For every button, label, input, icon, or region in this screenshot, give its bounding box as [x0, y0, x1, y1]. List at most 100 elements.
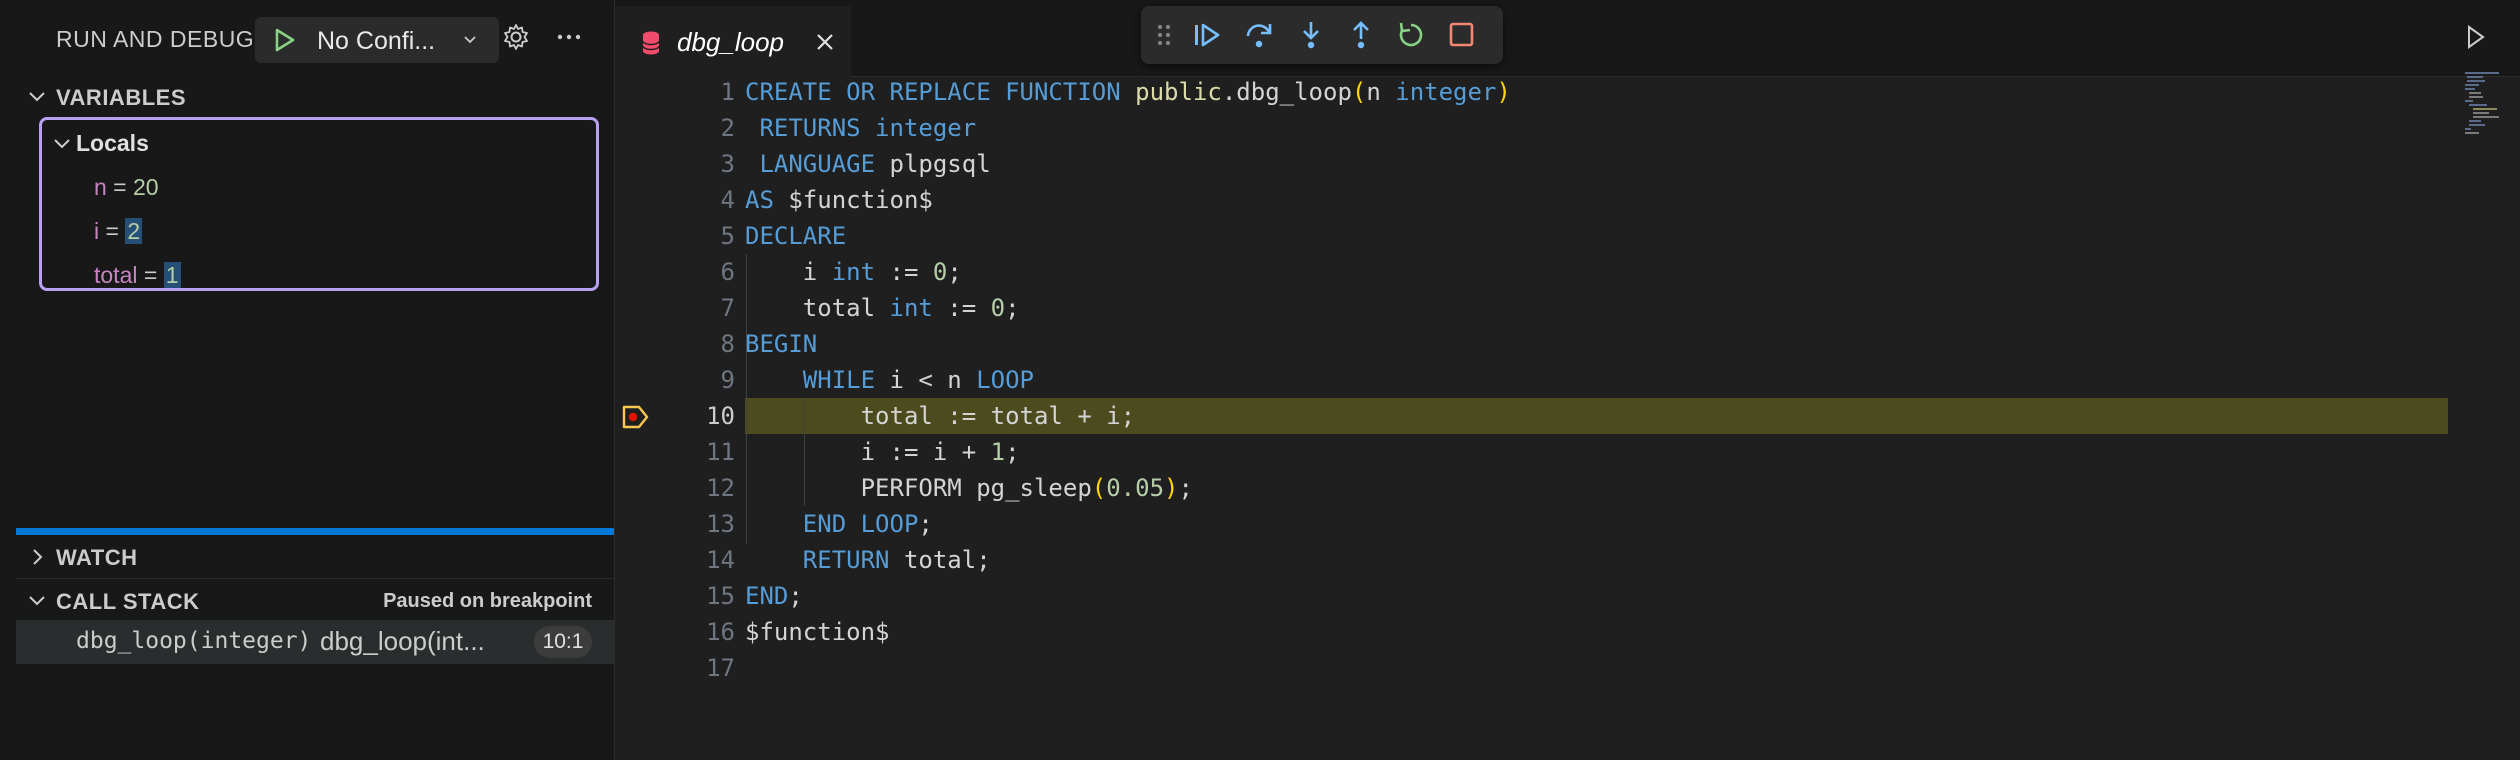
sidebar-title: RUN AND DEBUG	[56, 26, 255, 52]
code-token: ;	[947, 258, 962, 286]
stop-icon[interactable]	[1445, 20, 1477, 50]
code-token: PERFORM pg_sleep	[745, 474, 1092, 502]
frame-position-badge: 10:1	[534, 626, 592, 658]
code-line[interactable]: DECLARE	[745, 222, 846, 250]
code-token: i := i +	[745, 438, 991, 466]
code-line[interactable]: $function$	[745, 618, 890, 646]
code-token: )	[1164, 474, 1179, 502]
watch-section-title: WATCH	[56, 545, 138, 570]
gear-icon[interactable]	[501, 22, 531, 52]
code-line[interactable]: END LOOP;	[745, 510, 933, 538]
line-number[interactable]: 1	[645, 78, 735, 106]
code-line[interactable]: PERFORM pg_sleep(0.05);	[745, 474, 1193, 502]
line-number[interactable]: 2	[645, 114, 735, 142]
line-number[interactable]: 17	[645, 654, 735, 682]
line-number[interactable]: 12	[645, 474, 735, 502]
call-stack-section-title: CALL STACK	[56, 589, 200, 614]
code-line[interactable]: RETURN total;	[745, 546, 991, 574]
start-debugging-icon[interactable]	[271, 27, 297, 53]
editor-area: dbg_loop 1 2 3 4 5 6 7 8 9 10 11 12 13 1…	[615, 0, 2520, 760]
code-line[interactable]: END;	[745, 582, 803, 610]
step-into-icon[interactable]	[1295, 20, 1327, 50]
code-line[interactable]: CREATE OR REPLACE FUNCTION public.dbg_lo…	[745, 78, 1511, 106]
code-line[interactable]: i int := 0;	[745, 258, 962, 286]
editor-tab-bar: dbg_loop	[615, 0, 2520, 78]
line-number[interactable]: 8	[645, 330, 735, 358]
code-token: LOOP	[976, 366, 1034, 394]
code-token: 0	[990, 294, 1006, 322]
code-line[interactable]: LANGUAGE plpgsql	[745, 150, 990, 178]
code-line[interactable]: WHILE i < n LOOP	[745, 366, 1034, 394]
watch-section-header[interactable]: WATCH	[16, 536, 614, 576]
code-line[interactable]: BEGIN	[745, 330, 817, 358]
code-token: int	[831, 258, 876, 286]
editor-tab-dbg-loop[interactable]: dbg_loop	[615, 6, 851, 78]
step-out-icon[interactable]	[1345, 20, 1377, 50]
code-token: 1	[990, 438, 1006, 466]
code-line[interactable]: RETURNS integer	[745, 114, 976, 142]
variable-row-i[interactable]: i = 2	[94, 218, 143, 245]
code-token: ;	[1005, 294, 1020, 322]
debug-toolbar	[1141, 6, 1503, 64]
variable-row-total[interactable]: total = 1	[94, 262, 181, 289]
line-number[interactable]: 11	[645, 438, 735, 466]
code-token: n	[1366, 78, 1396, 106]
call-stack-status: Paused on breakpoint	[383, 590, 592, 612]
section-divider	[16, 578, 614, 579]
code-token: END	[745, 582, 789, 610]
variable-value: 20	[133, 174, 159, 200]
variables-section-header[interactable]: VARIABLES	[16, 76, 614, 116]
run-and-debug-sidebar: RUN AND DEBUG No Confi... VARIABLES Loca…	[16, 0, 615, 760]
drag-handle-icon[interactable]	[1155, 20, 1173, 50]
continue-icon[interactable]	[1191, 20, 1223, 50]
variable-name: total	[94, 262, 138, 288]
variable-row-n[interactable]: n = 20	[94, 174, 159, 201]
code-token: 0.05	[1106, 474, 1165, 502]
line-number[interactable]: 15	[645, 582, 735, 610]
code-token: END LOOP	[802, 510, 919, 538]
line-number[interactable]: 9	[645, 366, 735, 394]
code-line[interactable]: total := total + i;	[745, 402, 1136, 430]
code-token: LANGUAGE	[745, 150, 890, 178]
pane-splitter[interactable]	[16, 528, 614, 535]
chevron-down-icon	[29, 596, 45, 606]
code-token: )	[1496, 78, 1511, 106]
code-token: $function$	[788, 186, 933, 214]
line-number[interactable]: 10	[645, 402, 735, 430]
code-token: ;	[788, 582, 803, 610]
run-file-icon[interactable]	[2465, 24, 2487, 50]
code-token: CREATE OR REPLACE FUNCTION	[745, 78, 1136, 106]
variable-value: 2	[125, 218, 143, 244]
variable-value: 1	[163, 262, 181, 288]
locals-scope[interactable]: Locals n = 20 i = 2 total = 1	[39, 117, 599, 291]
call-stack-frame[interactable]: dbg_loop(integer) dbg_loop(int... 10:1	[16, 620, 614, 664]
step-over-icon[interactable]	[1243, 20, 1275, 50]
code-token: ;	[1005, 438, 1020, 466]
locals-scope-label: Locals	[76, 130, 149, 156]
code-line[interactable]: AS $function$	[745, 186, 933, 214]
code-token: total	[745, 294, 890, 322]
chevron-down-icon	[464, 36, 476, 44]
line-number[interactable]: 5	[645, 222, 735, 250]
restart-icon[interactable]	[1395, 20, 1427, 50]
code-token: ;	[1178, 474, 1193, 502]
code-token: RETURN	[802, 546, 890, 574]
close-icon[interactable]	[813, 30, 837, 54]
line-number[interactable]: 3	[645, 150, 735, 178]
code-line[interactable]: total int := 0;	[745, 294, 1020, 322]
line-number[interactable]: 6	[645, 258, 735, 286]
code-line[interactable]: i := i + 1;	[745, 438, 1020, 466]
code-token: RETURNS	[745, 114, 876, 142]
line-number[interactable]: 4	[645, 186, 735, 214]
line-number[interactable]: 13	[645, 510, 735, 538]
minimap[interactable]	[2465, 72, 2509, 152]
launch-config-dropdown[interactable]: No Confi...	[255, 17, 499, 63]
chevron-right-icon	[33, 549, 43, 565]
line-number[interactable]: 16	[645, 618, 735, 646]
more-actions-icon[interactable]	[554, 22, 584, 52]
line-number[interactable]: 7	[645, 294, 735, 322]
line-number[interactable]: 14	[645, 546, 735, 574]
code-token: (	[1091, 474, 1107, 502]
